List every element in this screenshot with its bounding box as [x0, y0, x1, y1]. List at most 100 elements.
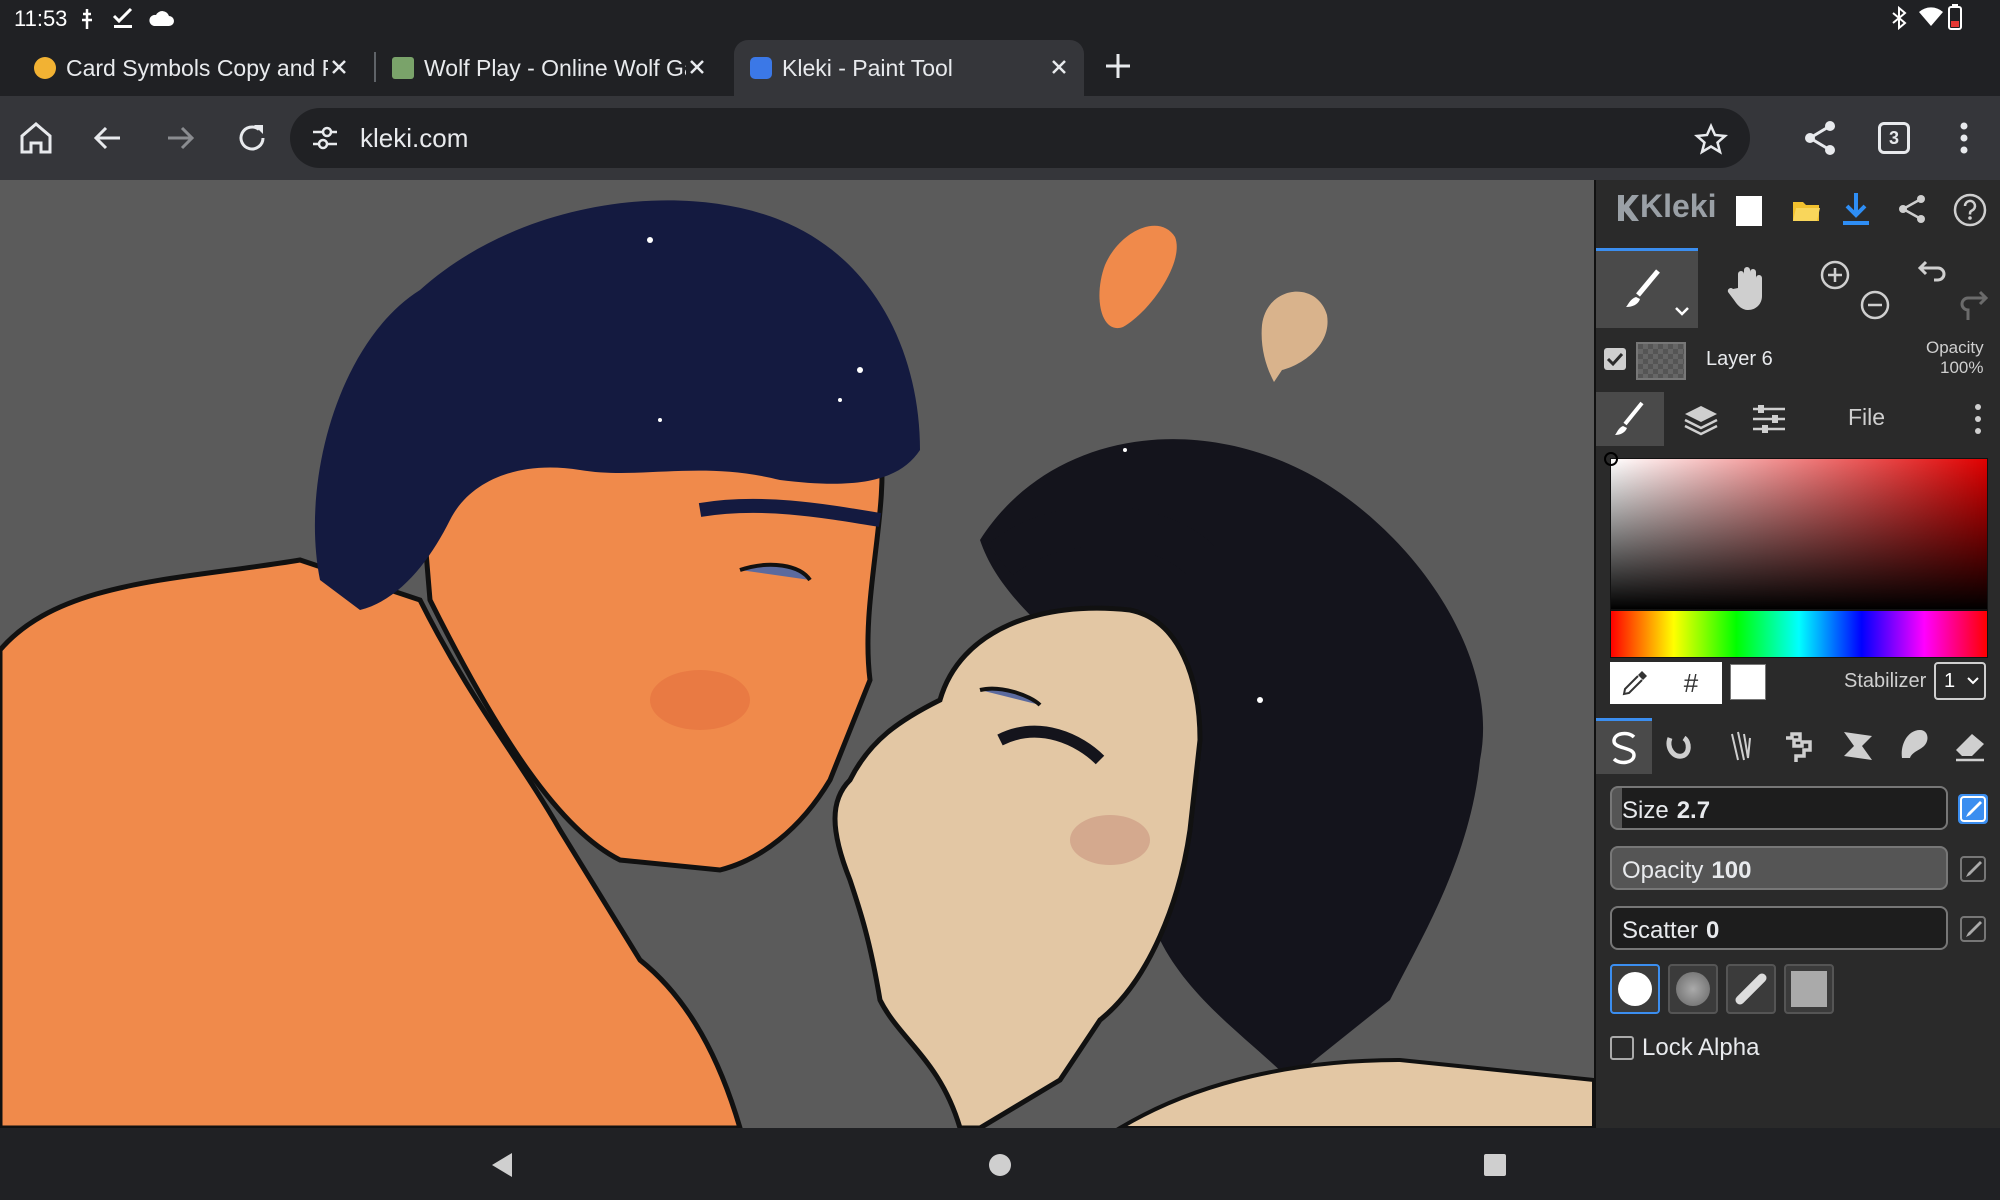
chisel-tip-icon: [1735, 973, 1767, 1005]
tab-wolf-play[interactable]: Wolf Play - Online Wolf Gar: [392, 40, 722, 96]
layer-opacity-value: 100%: [1940, 358, 1984, 377]
usb-icon: [82, 9, 92, 29]
forward-icon[interactable]: [158, 116, 202, 160]
size-pressure-toggle[interactable]: [1958, 794, 1988, 824]
tab-favicon-icon: [750, 57, 772, 79]
tab-title: Kleki - Paint Tool: [782, 54, 953, 81]
nav-home-icon[interactable]: [985, 1150, 1015, 1180]
size-slider[interactable]: Size 2.7: [1610, 786, 1948, 830]
open-folder-icon[interactable]: [1790, 194, 1822, 226]
hex-input-button[interactable]: #: [1660, 662, 1722, 704]
size-value: 2.7: [1676, 797, 1711, 824]
more-vert-icon[interactable]: [1942, 116, 1986, 160]
scatter-value: 0: [1706, 917, 1720, 944]
bluetooth-icon: [1892, 6, 1907, 30]
status-time: 11:53: [14, 6, 68, 31]
more-vert-icon[interactable]: [1972, 402, 1984, 436]
pixel-brush-icon[interactable]: [1782, 728, 1818, 764]
pen-pressure-icon: [1960, 796, 1986, 822]
zoom-out-icon[interactable]: [1858, 288, 1892, 322]
artwork: [0, 180, 1594, 1128]
scatter-label: Scatter: [1622, 917, 1699, 944]
hand-tool-icon[interactable]: [1726, 262, 1772, 312]
back-icon[interactable]: [86, 116, 130, 160]
tab-switcher-button[interactable]: 3: [1878, 122, 1910, 154]
layer-name[interactable]: Layer 6: [1706, 348, 1773, 371]
scatter-pressure-icon[interactable]: [1958, 914, 1988, 944]
eyedropper-button[interactable]: [1610, 662, 1660, 704]
opacity-value: 100: [1711, 857, 1752, 884]
pen-brush-button[interactable]: [1596, 718, 1652, 774]
reload-icon[interactable]: [230, 116, 274, 160]
new-image-button[interactable]: [1736, 196, 1762, 226]
tip-chisel-button[interactable]: [1726, 964, 1776, 1014]
lock-alpha-checkbox[interactable]: [1610, 1036, 1634, 1060]
lock-alpha-label[interactable]: Lock Alpha: [1642, 1034, 1759, 1062]
drawing-canvas[interactable]: [0, 180, 1594, 1128]
bookmark-star-icon[interactable]: [1694, 122, 1728, 156]
tip-square-button[interactable]: [1784, 964, 1834, 1014]
layer-visibility-checkbox[interactable]: [1604, 348, 1626, 370]
check-icon: [1606, 352, 1624, 367]
url-text[interactable]: kleki.com: [360, 123, 468, 154]
smudge-brush-icon[interactable]: [1896, 726, 1932, 764]
new-tab-icon[interactable]: [1100, 48, 1136, 84]
nav-back-icon[interactable]: [488, 1150, 518, 1180]
share-icon[interactable]: [1798, 116, 1842, 160]
scatter-slider[interactable]: Scatter 0: [1610, 906, 1948, 950]
tab-strip: Card Symbols Copy and Pa Wolf Play - Onl…: [0, 36, 2000, 96]
blend-brush-icon[interactable]: [1662, 728, 1698, 764]
brush-icon: [1626, 269, 1660, 307]
close-icon[interactable]: [1044, 52, 1074, 82]
sketchy-brush-icon[interactable]: [1724, 728, 1760, 764]
tip-soft-button[interactable]: [1668, 964, 1718, 1014]
square-tip-icon: [1791, 971, 1827, 1007]
undo-icon[interactable]: [1916, 258, 1952, 292]
tab-kleki[interactable]: Kleki - Paint Tool: [734, 40, 1084, 96]
brush-icon: [1615, 401, 1644, 435]
close-icon[interactable]: [682, 52, 712, 82]
close-icon[interactable]: [324, 52, 354, 82]
size-label: Size: [1622, 797, 1669, 824]
tab-title: Card Symbols Copy and Pa: [66, 54, 328, 81]
adjustments-icon[interactable]: [1750, 402, 1788, 436]
tab-brush[interactable]: [1596, 392, 1664, 446]
picker-handle[interactable]: [1604, 452, 1618, 466]
hue-slider[interactable]: [1610, 610, 1988, 658]
layer-thumbnail[interactable]: [1636, 342, 1686, 380]
stabilizer-value: 1: [1944, 670, 1956, 692]
eyedropper-icon: [1622, 671, 1647, 696]
current-color-swatch[interactable]: [1730, 664, 1766, 700]
system-nav-bar: [0, 1128, 2000, 1200]
redo-icon[interactable]: [1954, 288, 1990, 322]
battery-icon: [1948, 4, 1962, 30]
brush-tool-button[interactable]: [1596, 248, 1698, 328]
layers-icon[interactable]: [1682, 402, 1720, 438]
zoom-in-icon[interactable]: [1818, 258, 1852, 292]
address-bar[interactable]: kleki.com: [290, 108, 1750, 168]
tip-round-button[interactable]: [1610, 964, 1660, 1014]
site-settings-icon[interactable]: [310, 124, 340, 152]
opacity-label: Opacity: [1622, 857, 1704, 884]
help-icon[interactable]: [1952, 192, 1988, 228]
opacity-pressure-icon[interactable]: [1958, 854, 1988, 884]
wifi-icon: [1919, 7, 1943, 27]
file-tab[interactable]: File: [1848, 404, 1885, 431]
download-icon[interactable]: [1840, 190, 1872, 228]
eraser-icon[interactable]: [1952, 730, 1988, 762]
status-bar: 11:53: [0, 0, 2000, 36]
home-icon[interactable]: [14, 116, 58, 160]
saturation-value-picker[interactable]: [1610, 458, 1988, 610]
nav-recents-icon[interactable]: [1480, 1150, 1510, 1180]
soft-tip-icon: [1676, 972, 1710, 1006]
chemy-brush-icon[interactable]: [1840, 728, 1876, 764]
opacity-slider[interactable]: Opacity 100: [1610, 846, 1948, 890]
chevron-down-icon: [1967, 677, 1979, 685]
browser-toolbar: kleki.com 3: [0, 96, 2000, 180]
cloud-icon: [149, 11, 174, 26]
share-icon[interactable]: [1896, 192, 1928, 226]
kleki-side-panel: Kleki Layer 6 Opacity 100% File # Stabil…: [1594, 180, 2000, 1128]
pen-brush-icon: [1612, 731, 1636, 765]
stabilizer-select[interactable]: 1: [1934, 662, 1986, 700]
tab-card-symbols[interactable]: Card Symbols Copy and Pa: [34, 40, 364, 96]
